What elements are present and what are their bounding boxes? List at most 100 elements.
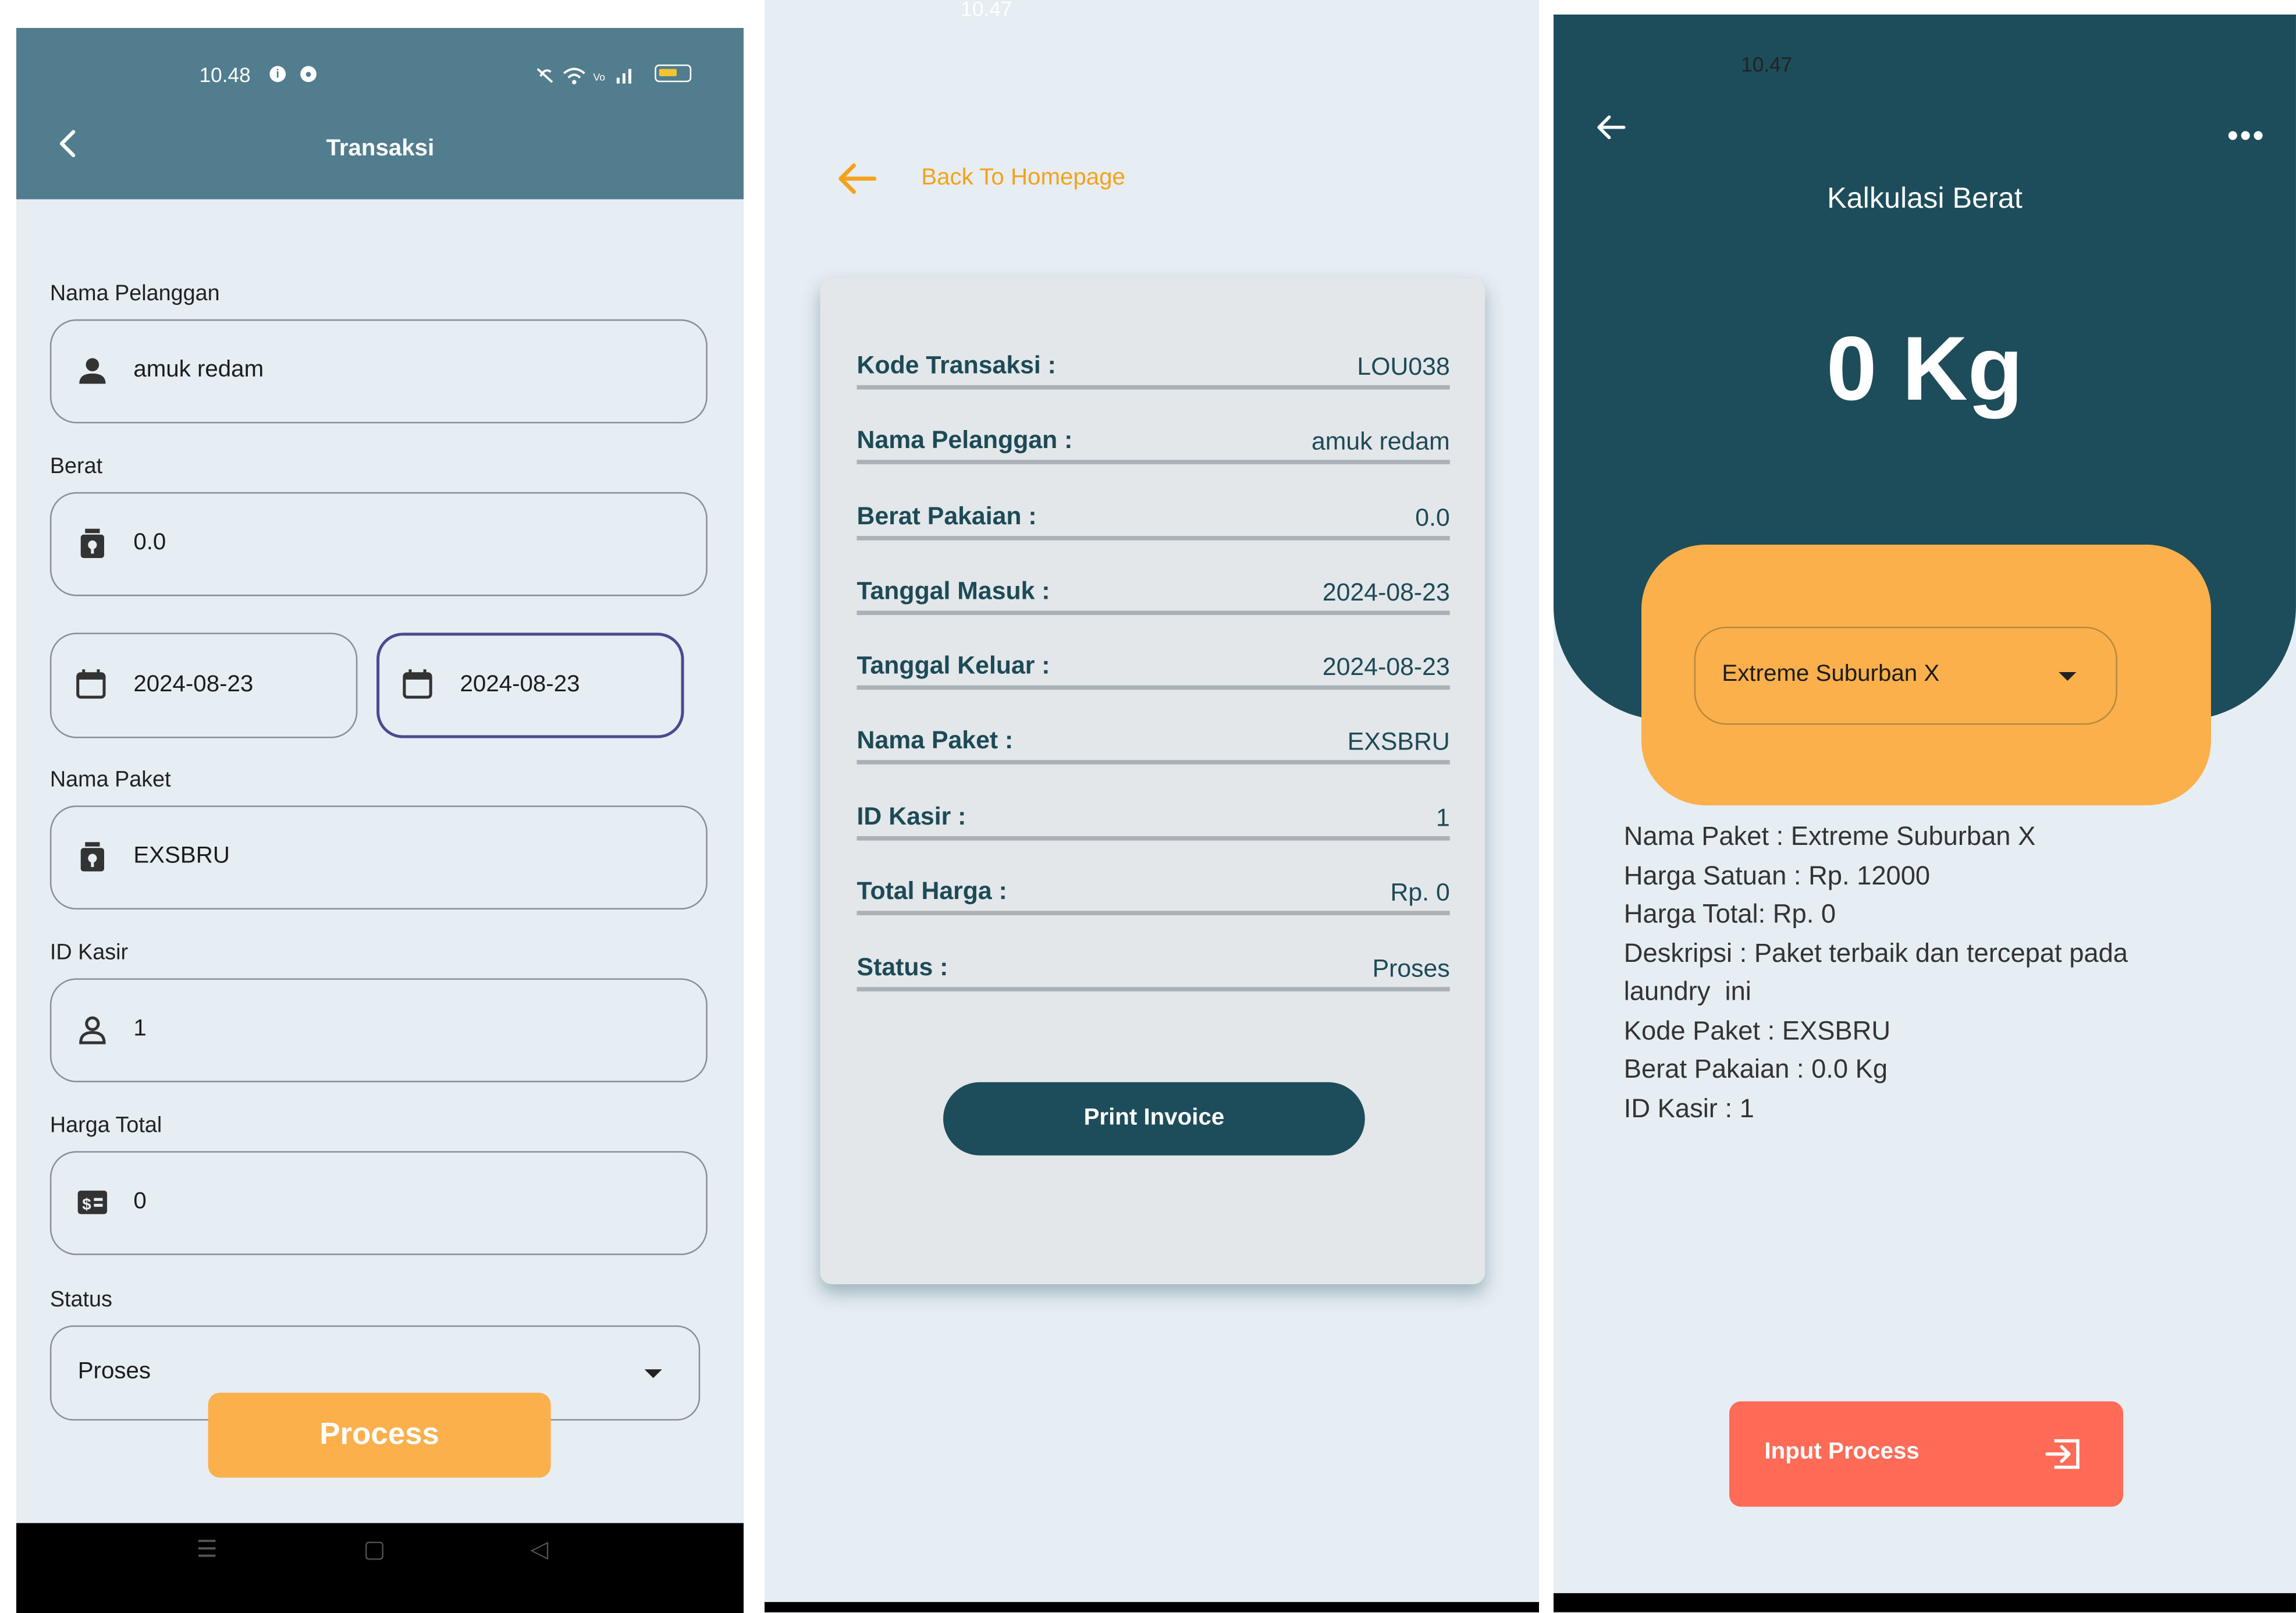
svg-text:Vo: Vo xyxy=(593,72,606,83)
input-icon xyxy=(2045,1439,2080,1469)
back-arrow-icon[interactable] xyxy=(1594,111,1626,143)
detail-deskripsi: Deskripsi : Paket terbaik dan tercepat p… xyxy=(1623,938,2128,968)
invoice-value: 1 xyxy=(1435,804,1450,832)
status-time: 10.48 xyxy=(199,63,251,87)
system-nav-bar: ☰ ▢ ◁ xyxy=(16,1523,744,1613)
tanggal-keluar-field[interactable]: 2024-08-23 xyxy=(376,633,684,738)
status-bar: 10.48 i ● Vo xyxy=(16,57,744,92)
nama-paket-value: EXSBRU xyxy=(133,843,230,869)
invoice-key: ID Kasir : xyxy=(856,802,966,830)
invoice-row: Tanggal Keluar : 2024-08-23 xyxy=(856,649,1450,690)
app-notification-icon: ● xyxy=(300,66,317,83)
person-outline-icon xyxy=(79,1016,106,1044)
invoice-value: Rp. 0 xyxy=(1390,878,1450,907)
tanggal-keluar-value: 2024-08-23 xyxy=(460,672,580,698)
status-time: 10.47 xyxy=(961,0,1012,21)
package-card: Extreme Suburban X xyxy=(1641,545,2211,805)
invoice-value: LOU038 xyxy=(1357,353,1450,381)
id-kasir-field[interactable]: 1 xyxy=(49,978,708,1082)
tanggal-masuk-value: 2024-08-23 xyxy=(133,672,254,698)
weight-display: 0 Kg xyxy=(1826,319,2024,421)
id-kasir-value: 1 xyxy=(133,1016,147,1042)
invoice-row: Kode Transaksi : LOU038 xyxy=(856,349,1450,390)
dropdown-caret-icon xyxy=(644,1369,662,1378)
invoice-key: Tanggal Masuk : xyxy=(856,577,1050,605)
invoice-value: 0.0 xyxy=(1415,503,1450,532)
id-kasir-label: ID Kasir xyxy=(49,940,129,965)
invoice-value: 2024-08-23 xyxy=(1322,578,1450,606)
system-nav-bar xyxy=(765,1602,1539,1612)
svg-text:$: $ xyxy=(82,1195,91,1213)
status-value: Proses xyxy=(77,1359,151,1384)
berat-value: 0.0 xyxy=(133,530,166,555)
notification-icon: i xyxy=(269,66,286,83)
package-dropdown[interactable]: Extreme Suburban X xyxy=(1694,626,2117,725)
detail-kode-paket: Kode Paket : EXSBRU xyxy=(1623,1016,1891,1046)
calendar-icon xyxy=(76,669,106,699)
weight-icon xyxy=(80,528,104,559)
invoice-screen: 10.47 Back To Homepage Kode Transaksi : … xyxy=(765,0,1539,1613)
nama-paket-field[interactable]: EXSBRU xyxy=(49,805,708,909)
invoice-row: Tanggal Masuk : 2024-08-23 xyxy=(856,574,1450,615)
back-nav-icon[interactable]: ◁ xyxy=(530,1535,548,1564)
invoice-key: Total Harga : xyxy=(856,877,1007,905)
invoice-value: Proses xyxy=(1372,954,1450,983)
tanggal-masuk-field[interactable]: 2024-08-23 xyxy=(49,633,358,738)
input-process-label: Input Process xyxy=(1764,1439,1920,1465)
app-bar: 10.48 i ● Vo Transaksi xyxy=(16,28,744,200)
detail-harga-total: Harga Total: Rp. 0 xyxy=(1623,899,1836,929)
nama-paket-label: Nama Paket xyxy=(49,767,171,793)
home-icon[interactable]: ▢ xyxy=(363,1535,385,1564)
invoice-row: Nama Paket : EXSBRU xyxy=(856,723,1450,765)
harga-total-label: Harga Total xyxy=(49,1113,162,1138)
invoice-key: Nama Paket : xyxy=(856,726,1014,755)
detail-nama-paket: Nama Paket : Extreme Suburban X xyxy=(1623,821,2036,851)
invoice-key: Kode Transaksi : xyxy=(856,351,1056,379)
battery-icon xyxy=(655,64,692,83)
person-icon xyxy=(79,358,106,384)
system-nav-bar xyxy=(1554,1593,2296,1612)
invoice-key: Berat Pakaian : xyxy=(856,502,1037,531)
input-process-button[interactable]: Input Process xyxy=(1729,1401,2123,1507)
nama-pelanggan-field[interactable]: amuk redam xyxy=(49,319,708,424)
print-invoice-button[interactable]: Print Invoice xyxy=(943,1082,1365,1156)
page-title: Kalkulasi Berat xyxy=(1827,183,2023,215)
invoice-value: amuk redam xyxy=(1311,427,1450,456)
signal-icons: Vo xyxy=(536,67,631,84)
back-to-homepage-link[interactable]: Back To Homepage xyxy=(921,165,1125,191)
weight-icon xyxy=(80,842,104,872)
kalkulasi-berat-screen: 10.47 ••• Kalkulasi Berat 0 Kg Extreme S… xyxy=(1554,15,2296,1613)
invoice-row: Status : Proses xyxy=(856,950,1450,992)
status-time: 10.47 xyxy=(1741,52,1793,76)
nama-pelanggan-label: Nama Pelanggan xyxy=(49,281,220,307)
invoice-card: Kode Transaksi : LOU038 Nama Pelanggan :… xyxy=(820,278,1485,1285)
invoice-row: ID Kasir : 1 xyxy=(856,800,1450,841)
invoice-row: Berat Pakaian : 0.0 xyxy=(856,499,1450,541)
invoice-row: Total Harga : Rp. 0 xyxy=(856,874,1450,915)
detail-berat-pakaian: Berat Pakaian : 0.0 Kg xyxy=(1623,1054,1888,1084)
harga-total-value: 0 xyxy=(133,1189,147,1214)
status-label: Status xyxy=(49,1287,112,1313)
page-title: Transaksi xyxy=(326,136,435,162)
nama-pelanggan-value: amuk redam xyxy=(133,357,264,383)
money-icon: $ xyxy=(77,1191,108,1214)
transaksi-screen: 10.48 i ● Vo Transaksi Nama Pelanggan am… xyxy=(16,28,744,1613)
berat-field[interactable]: 0.0 xyxy=(49,492,708,596)
recent-apps-icon[interactable]: ☰ xyxy=(197,1535,218,1564)
detail-deskripsi-cont: laundry ini xyxy=(1623,976,1751,1006)
harga-total-field[interactable]: $ 0 xyxy=(49,1151,708,1255)
invoice-value: EXSBRU xyxy=(1347,727,1450,756)
calendar-icon xyxy=(403,669,432,699)
back-arrow-icon[interactable] xyxy=(835,161,879,196)
detail-id-kasir: ID Kasir : 1 xyxy=(1623,1093,1754,1124)
invoice-key: Nama Pelanggan : xyxy=(856,426,1073,454)
process-button[interactable]: Process xyxy=(208,1392,551,1478)
more-icon[interactable]: ••• xyxy=(2227,117,2266,155)
invoice-value: 2024-08-23 xyxy=(1322,653,1450,681)
dropdown-caret-icon xyxy=(2059,672,2077,681)
berat-label: Berat xyxy=(49,454,103,479)
package-value: Extreme Suburban X xyxy=(1722,662,1940,687)
invoice-key: Tanggal Keluar : xyxy=(856,651,1050,680)
invoice-key: Status : xyxy=(856,953,948,982)
detail-harga-satuan: Harga Satuan : Rp. 12000 xyxy=(1623,861,1931,890)
